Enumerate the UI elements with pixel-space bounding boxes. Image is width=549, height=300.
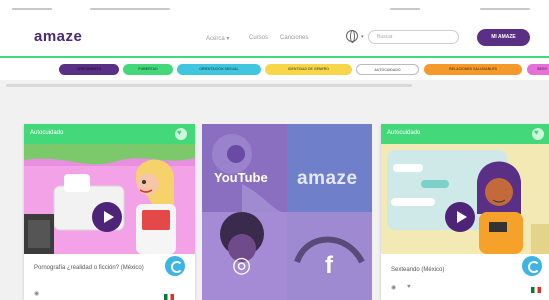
card-category: Autocuidado	[30, 130, 64, 136]
facebook-tile[interactable]: f	[287, 212, 372, 300]
social-media-tile: YouTube amaze ◎ f	[202, 124, 373, 300]
globe-icon[interactable]	[346, 30, 358, 43]
eye-icon: ◉	[391, 285, 397, 291]
instagram-tile[interactable]: ◎	[202, 212, 287, 300]
filter-pill-sexual-orientation[interactable]: ORIENTACIÓN SEXUAL	[177, 64, 261, 75]
horizontal-scrollbar[interactable]	[6, 84, 412, 87]
video-thumbnail[interactable]	[24, 144, 195, 254]
cartoon-illustration	[381, 144, 549, 254]
mexico-flag-icon	[531, 287, 541, 293]
instagram-icon: ◎	[232, 252, 252, 277]
topic-filter-bar: CRECIMIENTO PUBERTAD ORIENTACIÓN SEXUAL …	[0, 58, 549, 80]
top-strip	[0, 0, 549, 18]
amaze-twitter-wordmark: amaze	[297, 168, 358, 189]
card-category: Autocuidado	[387, 130, 421, 136]
filter-pill-sex[interactable]: SEXO	[527, 64, 549, 75]
eye-icon: ◉	[34, 291, 40, 297]
cartoon-illustration	[24, 144, 195, 254]
amaze-badge-icon	[165, 256, 185, 276]
heart-outline-icon: ♥	[407, 284, 411, 290]
nav-link-about[interactable]: Acerca ▾	[206, 35, 229, 42]
filter-pill-healthy-relationships[interactable]: RELACIONES SALUDABLES	[424, 64, 522, 75]
filter-pill-self-care[interactable]: AUTOCUIDADO	[356, 64, 419, 75]
youtube-logo: YouTube	[214, 170, 268, 185]
heart-icon[interactable]	[175, 128, 187, 140]
amaze-logo[interactable]: amaze	[34, 28, 82, 45]
mexico-flag-icon	[164, 294, 174, 300]
play-button[interactable]	[92, 202, 122, 232]
filter-pill-puberty[interactable]: PUBERTAD	[123, 64, 173, 75]
video-title[interactable]: Sexteando (México)	[391, 266, 511, 275]
filter-pill-growth[interactable]: CRECIMIENTO	[59, 64, 119, 75]
heart-icon[interactable]	[532, 128, 544, 140]
facebook-icon: f	[325, 252, 333, 279]
filter-pill-gender-identity[interactable]: IDENTIDAD DE GÉNERO	[265, 64, 352, 75]
video-card[interactable]: Autocuidado Sexteando (México) ◉ ♥	[381, 124, 549, 300]
video-thumbnail[interactable]	[381, 144, 549, 254]
video-card[interactable]: Autocuidado Pornografía ¿realidad o ficc…	[24, 124, 195, 300]
navbar: amaze Acerca ▾ Cursos Canciones ▾ Buscar…	[0, 18, 549, 58]
amaze-badge-icon	[522, 256, 542, 276]
my-amaze-button[interactable]: MI AMAZE	[477, 29, 530, 46]
nav-link-songs[interactable]: Canciones	[280, 35, 308, 41]
card-header: Autocuidado	[24, 124, 195, 144]
search-input[interactable]: Buscar	[368, 30, 459, 44]
youtube-tile[interactable]: YouTube	[202, 124, 287, 212]
nav-link-courses[interactable]: Cursos	[249, 35, 268, 41]
youtube-decor	[212, 134, 282, 212]
video-title[interactable]: Pornografía ¿realidad o ficción? (México…	[34, 264, 154, 273]
play-button[interactable]	[445, 202, 475, 232]
chevron-down-icon[interactable]: ▾	[361, 34, 364, 40]
card-header: Autocuidado	[381, 124, 549, 144]
twitter-tile[interactable]: amaze	[287, 124, 372, 212]
